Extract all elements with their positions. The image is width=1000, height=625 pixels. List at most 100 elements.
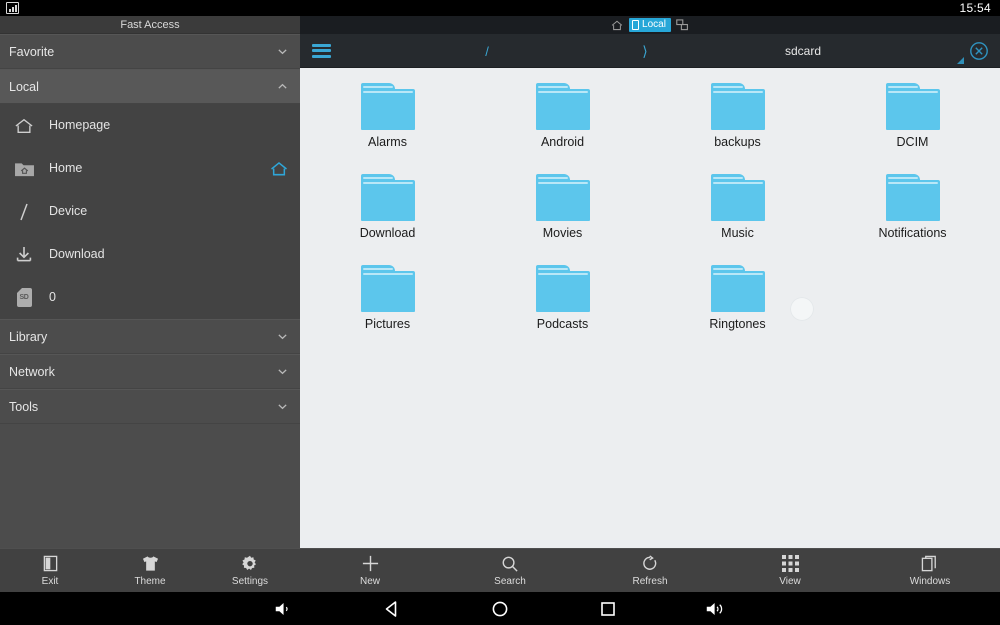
screen: 15:54 Fast Access Favorite Local Homepag… [0, 0, 1000, 625]
sidebar-item-homepage[interactable]: Homepage [0, 104, 300, 147]
file-item[interactable]: Podcasts [475, 259, 650, 350]
path-bar: / ⟩ sdcard [300, 34, 1000, 68]
sidebar-item-label: Homepage [49, 118, 111, 133]
sidebar-item-sdcard[interactable]: SD 0 [0, 276, 300, 319]
image-icon [6, 2, 19, 14]
folder-icon [710, 174, 765, 221]
sidebar-group-local[interactable]: Local [0, 69, 300, 104]
volume-up-icon[interactable] [699, 597, 733, 621]
hamburger-icon[interactable] [312, 43, 331, 58]
folder-icon [710, 83, 765, 130]
sidebar-group-favorite[interactable]: Favorite [0, 34, 300, 69]
windows-stack-icon [921, 554, 939, 573]
close-circle-icon[interactable] [969, 41, 989, 61]
tab-local[interactable]: Local [629, 18, 671, 32]
sidebar-local-list: Homepage Home Device Download SD 0 [0, 104, 300, 319]
file-item[interactable]: Notifications [825, 168, 1000, 259]
sidebar-item-device[interactable]: Device [0, 190, 300, 233]
breadcrumb-item[interactable]: / [344, 44, 630, 59]
search-button[interactable]: Search [440, 549, 580, 592]
download-icon [12, 244, 36, 266]
chevron-down-icon [277, 401, 288, 412]
toolbar-label: Theme [134, 576, 166, 587]
sidebar-group-network[interactable]: Network [0, 354, 300, 389]
sidebar-group-tools[interactable]: Tools [0, 389, 300, 424]
sidebar-group-library[interactable]: Library [0, 319, 300, 354]
file-name: Notifications [878, 226, 947, 240]
toolbar-label: New [359, 576, 380, 587]
folder-icon [885, 83, 940, 130]
toolbar-label: View [779, 576, 801, 587]
folder-icon [885, 174, 940, 221]
main-toolbar: New Search Refresh View Windows [300, 548, 1000, 592]
folder-icon [710, 265, 765, 312]
resize-handle[interactable] [957, 57, 964, 64]
toolbar-label: Windows [909, 576, 951, 587]
theme-button[interactable]: Theme [100, 549, 200, 592]
new-button[interactable]: New [300, 549, 440, 592]
settings-button[interactable]: Settings [200, 549, 300, 592]
file-item[interactable]: Pictures [300, 259, 475, 350]
sidebar-item-label: Device [49, 204, 88, 219]
toolbar-label: Refresh [632, 576, 668, 587]
back-icon[interactable] [375, 597, 409, 621]
toolbar-label: Search [494, 576, 526, 587]
sidebar-group-label: Local [9, 79, 39, 94]
file-item[interactable]: DCIM [825, 77, 1000, 168]
tab-bar: Local [300, 16, 1000, 34]
folder-icon [535, 174, 590, 221]
file-name: Android [540, 135, 585, 149]
sidebar-group-label: Library [9, 329, 48, 344]
toolbar-label: Exit [41, 576, 59, 587]
file-name: Alarms [368, 135, 407, 149]
home-outline-icon [12, 115, 36, 137]
search-icon [501, 554, 519, 573]
folder-home-icon [12, 158, 36, 180]
home-icon[interactable] [610, 18, 624, 32]
grid-view-icon [781, 554, 799, 573]
file-manager-app: Fast Access Favorite Local Homepage Home… [0, 16, 1000, 592]
file-item[interactable]: Download [300, 168, 475, 259]
file-name: Music [721, 226, 754, 240]
file-item[interactable]: Alarms [300, 77, 475, 168]
refresh-button[interactable]: Refresh [580, 549, 720, 592]
sd-card-icon: SD [12, 287, 36, 309]
breadcrumb-item[interactable]: sdcard [660, 44, 946, 58]
folder-icon [535, 265, 590, 312]
file-item[interactable]: backups [650, 77, 825, 168]
toolbar-label: Settings [231, 576, 269, 587]
file-item[interactable]: Music [650, 168, 825, 259]
file-name: Movies [542, 226, 583, 240]
file-name: backups [714, 135, 761, 149]
breadcrumb-separator: ⟩ [642, 42, 648, 59]
volume-down-icon[interactable] [267, 597, 301, 621]
breadcrumb: / ⟩ sdcard [344, 34, 946, 68]
file-item[interactable]: Movies [475, 168, 650, 259]
view-button[interactable]: View [720, 549, 860, 592]
sidebar-group-label: Network [9, 364, 55, 379]
chevron-down-icon [277, 46, 288, 57]
chevron-down-icon [277, 366, 288, 377]
sidebar-item-download[interactable]: Download [0, 233, 300, 276]
android-status-bar: 15:54 [0, 0, 1000, 16]
file-name: Download [359, 226, 416, 240]
folder-icon [360, 265, 415, 312]
device-icon [632, 20, 640, 30]
sidebar-item-home[interactable]: Home [0, 147, 300, 190]
file-name: Pictures [364, 317, 411, 331]
windows-button[interactable]: Windows [860, 549, 1000, 592]
sidebar-item-label: 0 [49, 290, 56, 305]
file-item[interactable]: Android [475, 77, 650, 168]
folder-icon [360, 83, 415, 130]
recents-icon[interactable] [591, 597, 625, 621]
main-panel: Local / ⟩ sdcard Alarms Android backups … [300, 16, 1000, 592]
home-icon[interactable] [483, 597, 517, 621]
sidebar-toolbar: Exit Theme Settings [0, 548, 300, 592]
file-name: Podcasts [536, 317, 589, 331]
slash-root-icon [12, 201, 36, 223]
home-accent-icon[interactable] [270, 161, 288, 177]
split-window-icon[interactable] [676, 18, 690, 32]
sidebar-item-label: Home [49, 161, 83, 176]
exit-button[interactable]: Exit [0, 549, 100, 592]
file-grid: Alarms Android backups DCIM Download Mov… [300, 69, 1000, 350]
